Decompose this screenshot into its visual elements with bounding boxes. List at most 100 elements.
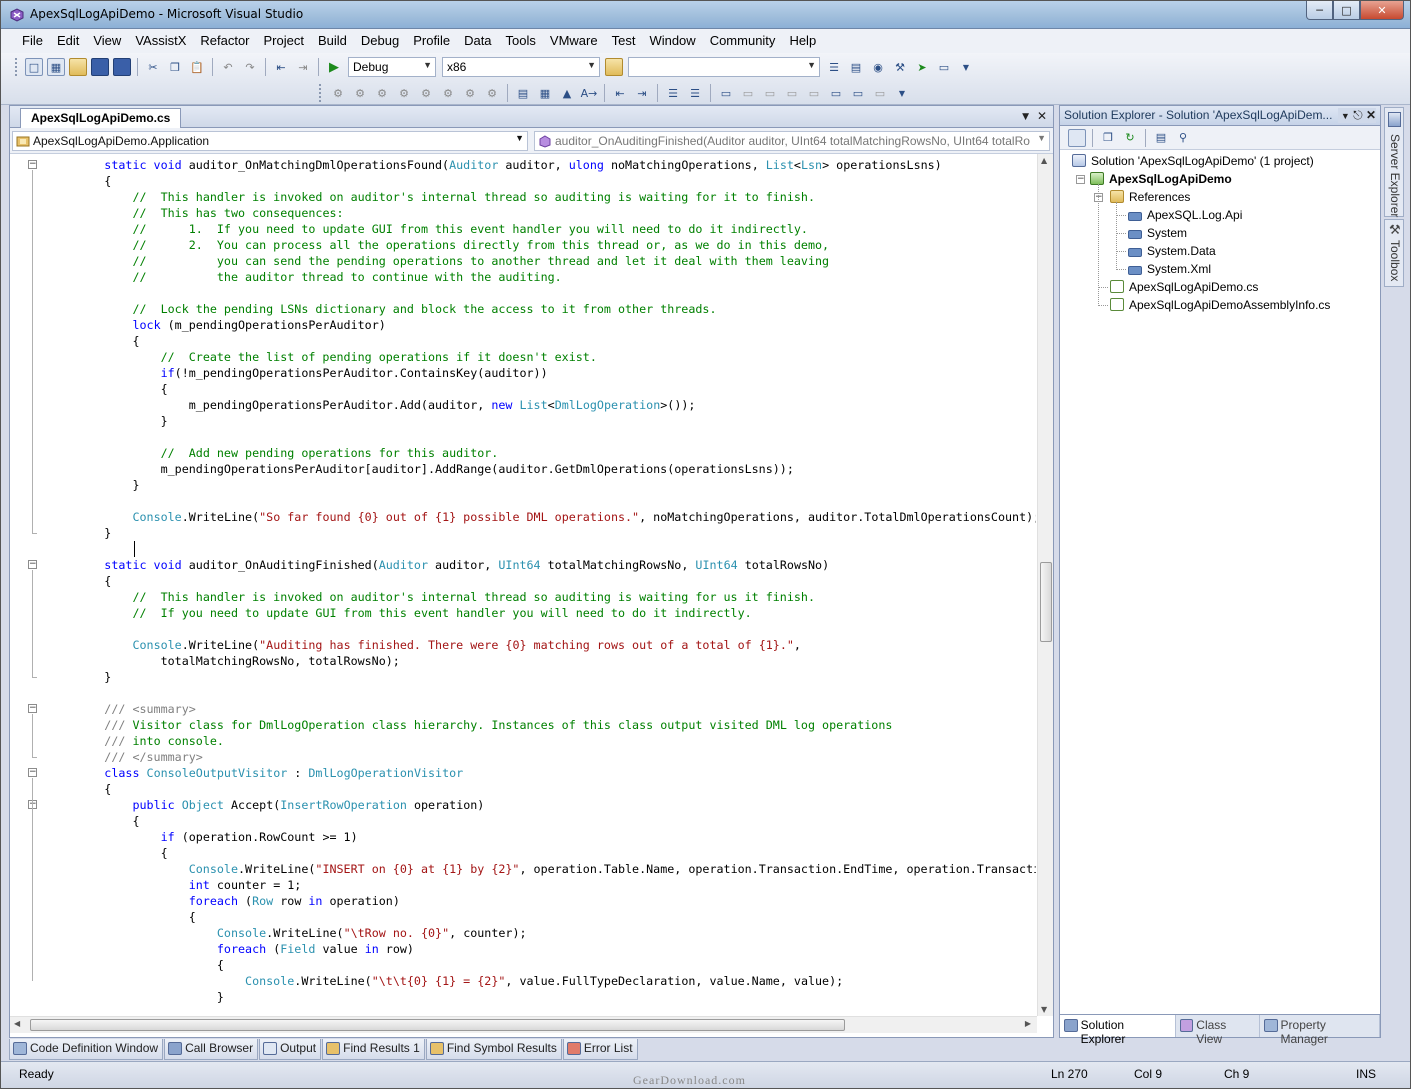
menu-build[interactable]: Build <box>311 30 354 52</box>
active-files-dropdown-icon[interactable]: ▼ <box>1022 112 1029 122</box>
tree-node[interactable]: System.Data <box>1128 242 1216 260</box>
tab-solution-explorer[interactable]: Solution Explorer <box>1060 1015 1176 1046</box>
scroll-left-icon[interactable]: ◀ <box>14 1019 20 1028</box>
toolbar-options-icon[interactable]: ▼ <box>893 84 911 102</box>
menu-data[interactable]: Data <box>457 30 498 52</box>
refactor-promote-icon[interactable]: ⚙ <box>417 84 435 102</box>
next-bookmark-document-icon[interactable]: ▭ <box>849 84 867 102</box>
menu-profile[interactable]: Profile <box>406 30 457 52</box>
close-button[interactable]: ✕ <box>1360 1 1404 20</box>
toolbar-grip[interactable] <box>15 58 19 76</box>
menu-file[interactable]: File <box>15 30 50 52</box>
uncomment-lines-icon[interactable]: ☰ <box>686 84 704 102</box>
toolbar-grip[interactable] <box>319 84 323 102</box>
tree-node[interactable]: ApexSqlLogApiDemo <box>1090 170 1232 188</box>
toolbox-icon[interactable]: ⚒ <box>891 58 909 76</box>
code-text-area[interactable]: static void auditor_OnMatchingDmlOperati… <box>48 154 1036 1016</box>
quick-info-icon[interactable]: ▲ <box>558 84 576 102</box>
copy-icon[interactable]: ❐ <box>166 58 184 76</box>
tree-node[interactable]: ApexSqlLogApiDemoAssemblyInfo.cs <box>1110 296 1330 314</box>
refactor-encapsulate-icon[interactable]: ⚙ <box>351 84 369 102</box>
menu-refactor[interactable]: Refactor <box>193 30 256 52</box>
toggle-bookmark-icon[interactable]: ▭ <box>717 84 735 102</box>
vertical-scrollbar[interactable]: ▲ ▼ <box>1037 154 1053 1016</box>
menu-edit[interactable]: Edit <box>50 30 86 52</box>
view-code-icon[interactable]: ▤ <box>1152 129 1170 147</box>
minimize-button[interactable]: ─ <box>1306 1 1333 20</box>
collapse-region-icon[interactable]: − <box>28 768 37 777</box>
decrease-indent-icon[interactable]: ⇤ <box>611 84 629 102</box>
tab-class-view[interactable]: Class View <box>1176 1015 1260 1046</box>
collapse-region-icon[interactable]: − <box>28 704 37 713</box>
start-debugging-icon[interactable]: ▶ <box>325 58 343 76</box>
command-window-icon[interactable]: ▭ <box>935 58 953 76</box>
refactor-spell-icon[interactable]: ⚙ <box>483 84 501 102</box>
menu-view[interactable]: View <box>86 30 128 52</box>
toolbar-options-icon[interactable]: ▼ <box>957 58 975 76</box>
properties-window-icon[interactable]: ▤ <box>847 58 865 76</box>
display-object-list-icon[interactable]: ▤ <box>514 84 532 102</box>
add-item-icon[interactable]: ▦ <box>47 58 65 76</box>
window-position-icon[interactable]: ▼ <box>1341 111 1350 121</box>
next-bookmark-folder-icon[interactable]: ▭ <box>805 84 823 102</box>
display-parameter-info-icon[interactable]: ▦ <box>536 84 554 102</box>
solution-configuration-select[interactable]: Debug ▼ <box>348 57 436 77</box>
collapse-region-icon[interactable]: − <box>28 160 37 169</box>
menu-community[interactable]: Community <box>703 30 783 52</box>
solution-explorer-icon[interactable]: ☰ <box>825 58 843 76</box>
increase-indent-icon[interactable]: ⇥ <box>633 84 651 102</box>
paste-icon[interactable]: 📋 <box>188 58 206 76</box>
redo-icon[interactable]: ↷ <box>241 58 259 76</box>
refactor-reorder-icon[interactable]: ⚙ <box>461 84 479 102</box>
scroll-right-icon[interactable]: ▶ <box>1025 1019 1031 1028</box>
tab-apexsqllogapidemo-cs[interactable]: ApexSqlLogApiDemo.cs <box>20 108 182 128</box>
comment-lines-icon[interactable]: ☰ <box>664 84 682 102</box>
refresh-icon[interactable]: ↻ <box>1121 129 1139 147</box>
horizontal-scrollbar[interactable]: ◀ ▶ <box>10 1016 1037 1033</box>
undo-icon[interactable]: ↶ <box>219 58 237 76</box>
previous-bookmark-document-icon[interactable]: ▭ <box>827 84 845 102</box>
save-all-icon[interactable] <box>113 58 131 76</box>
next-bookmark-icon[interactable]: ▭ <box>761 84 779 102</box>
previous-bookmark-folder-icon[interactable]: ▭ <box>783 84 801 102</box>
clear-bookmarks-icon[interactable]: ▭ <box>871 84 889 102</box>
start-page-icon[interactable]: ➤ <box>913 58 931 76</box>
menu-help[interactable]: Help <box>782 30 823 52</box>
horizontal-scroll-thumb[interactable] <box>30 1019 845 1031</box>
close-document-icon[interactable]: ✕ <box>1037 109 1047 123</box>
menu-vmware[interactable]: VMware <box>543 30 605 52</box>
vertical-scroll-thumb[interactable] <box>1040 562 1052 642</box>
menu-test[interactable]: Test <box>605 30 643 52</box>
properties-icon[interactable] <box>1068 128 1086 147</box>
view-class-diagram-icon[interactable]: ⚲ <box>1174 129 1192 147</box>
outlining-margin[interactable]: −−−−− <box>10 154 46 1016</box>
tree-node[interactable]: ApexSQL.Log.Api <box>1128 206 1242 224</box>
scroll-down-icon[interactable]: ▼ <box>1041 1005 1047 1014</box>
menu-project[interactable]: Project <box>257 30 311 52</box>
save-icon[interactable] <box>91 58 109 76</box>
tab-error-list[interactable]: Error List <box>562 1039 638 1060</box>
collapse-node-icon[interactable]: − <box>1076 175 1085 184</box>
navigate-forward-icon[interactable]: ⇥ <box>294 58 312 76</box>
cut-icon[interactable]: ✂ <box>144 58 162 76</box>
tab-property-manager[interactable]: Property Manager <box>1260 1015 1380 1046</box>
refactor-rename-icon[interactable]: ⚙ <box>373 84 391 102</box>
type-dropdown[interactable]: ApexSqlLogApiDemo.Application ▼ <box>12 131 528 151</box>
tab-code-definition-window[interactable]: Code Definition Window <box>9 1039 164 1060</box>
collapse-region-icon[interactable]: − <box>28 560 37 569</box>
tree-node[interactable]: ApexSqlLogApiDemo.cs <box>1110 278 1258 296</box>
tree-node[interactable]: System.Xml <box>1128 260 1211 278</box>
maximize-button[interactable]: □ <box>1333 1 1360 20</box>
previous-bookmark-icon[interactable]: ▭ <box>739 84 757 102</box>
new-project-icon[interactable]: □ <box>25 58 43 76</box>
find-combo[interactable]: ▼ <box>628 57 820 77</box>
auto-hide-pin-icon[interactable]: ⎋ <box>1353 108 1363 122</box>
navigate-backward-icon[interactable]: ⇤ <box>272 58 290 76</box>
tab-find-results-1[interactable]: Find Results 1 <box>322 1039 425 1060</box>
member-dropdown[interactable]: auditor_OnAuditingFinished(Auditor audit… <box>534 131 1050 151</box>
server-explorer-tab[interactable]: Server Explorer <box>1384 107 1404 217</box>
refactor-extract-method-icon[interactable]: ⚙ <box>329 84 347 102</box>
tree-node[interactable]: References <box>1110 188 1190 206</box>
show-all-files-icon[interactable]: ❐ <box>1099 129 1117 147</box>
find-in-files-icon[interactable] <box>605 58 623 76</box>
